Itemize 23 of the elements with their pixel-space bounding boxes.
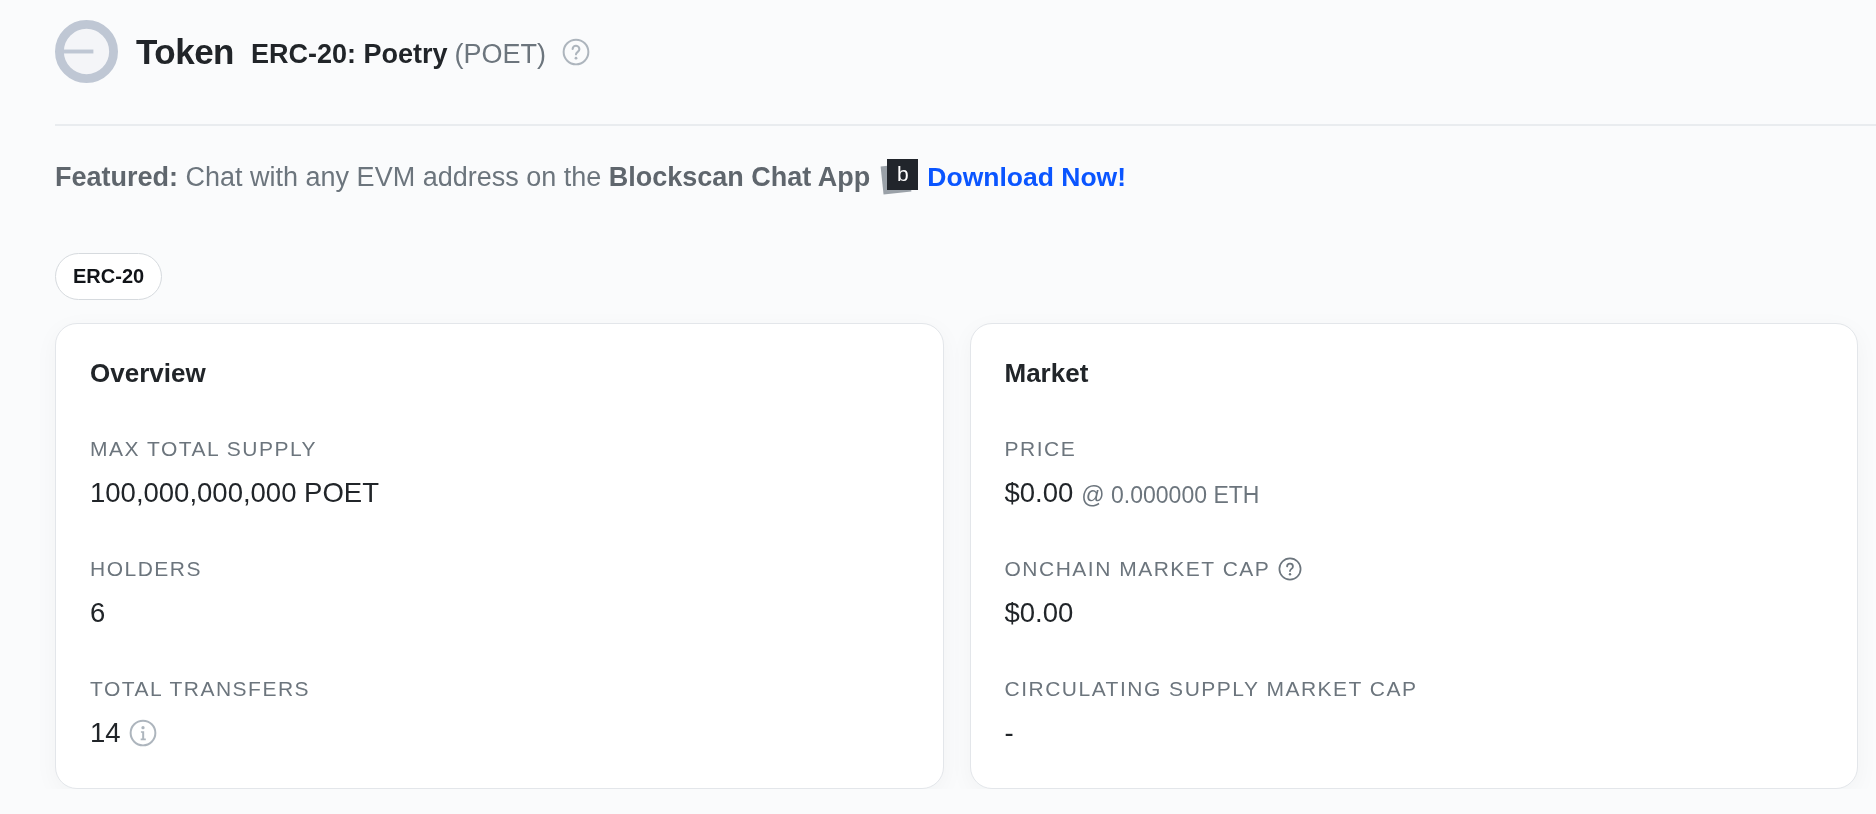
stat-label: CIRCULATING SUPPLY MARKET CAP: [1004, 676, 1418, 702]
token-name: ERC-20: Poetry: [251, 37, 448, 71]
stat-value: $0.00: [1004, 596, 1074, 630]
stat-value: $0.00: [1004, 476, 1074, 510]
stat-label: PRICE: [1004, 436, 1077, 462]
stat-label: TOTAL TRANSFERS: [90, 676, 311, 702]
featured-text: Featured: Chat with any EVM address on the Blockscan Chat App: [55, 161, 871, 194]
token-standard-tag: ERC-20: [55, 253, 163, 300]
stat-value: 14: [90, 716, 121, 750]
page-title: Token: [136, 30, 234, 73]
stat-label: ONCHAIN MARKET CAP: [1004, 556, 1271, 582]
download-link[interactable]: Download Now!: [927, 159, 1127, 195]
circle-dash-icon: [55, 20, 118, 83]
card-title: Market: [1004, 357, 1090, 390]
stat-value: 6: [90, 596, 106, 630]
token-symbol: (POET): [454, 37, 547, 71]
help-icon: [562, 37, 591, 66]
card-title: Overview: [90, 357, 207, 390]
stat-label: MAX TOTAL SUPPLY: [90, 436, 318, 462]
price-note: @ 0.000000 ETH: [1081, 480, 1260, 510]
stat-value: 100,000,000,000 POET: [90, 476, 379, 510]
stat-value: -: [1004, 716, 1014, 750]
stat-label: HOLDERS: [90, 556, 203, 582]
